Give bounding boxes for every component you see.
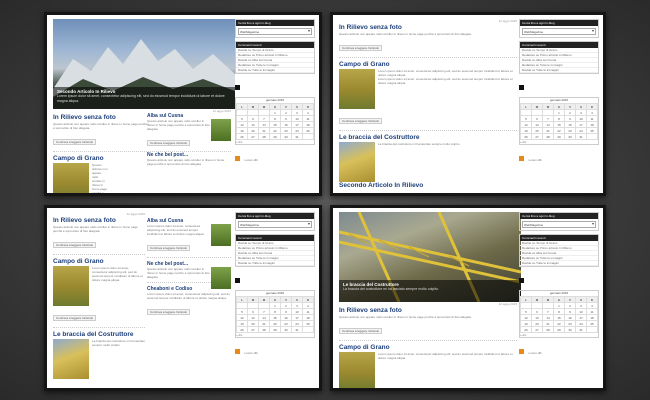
category-select[interactable]: WebMagazine (522, 221, 596, 228)
wheat-thumbnail[interactable] (53, 163, 89, 193)
field-thumbnail[interactable] (211, 224, 231, 246)
post-title[interactable]: Campo di Grano (339, 61, 517, 69)
crane-thumbnail[interactable] (53, 339, 89, 379)
screenshot-panel-1: Secondo Articolo In Rilievo Lorem ipsum … (44, 12, 322, 196)
widget-icon (519, 278, 524, 283)
read-more-button[interactable]: Continua a leggere l'articolo (53, 242, 97, 248)
widget-icon (519, 85, 524, 90)
crane-thumbnail[interactable] (339, 142, 375, 182)
calendar: LMMGVSD 1234 5 6 7 8 9 10 11 12 13 14 15 16 17 18 19… (520, 103, 598, 140)
read-more-button[interactable]: Continua a leggere l'articolo (339, 118, 383, 124)
rss-icon[interactable] (235, 156, 240, 161)
recent-item[interactable]: Davide su Tutte le immagini (236, 68, 314, 73)
read-more-button[interactable]: Continua a leggere l'articolo (339, 328, 383, 334)
read-more-button[interactable]: Continua a leggere l'articolo (53, 139, 97, 145)
post-title[interactable]: Campo di Grano (53, 258, 145, 266)
search-label: Cerca fino a ogni in-blog (520, 20, 598, 26)
field-thumbnail[interactable] (211, 119, 231, 141)
post-title[interactable]: Le braccia del Costruttore (53, 331, 145, 339)
post-title[interactable]: In Rilievo senza foto (339, 24, 517, 32)
wheat-thumbnail[interactable] (53, 266, 89, 306)
featured-slider[interactable]: Secondo Articolo In Rilievo Lorem ipsum … (53, 19, 235, 109)
field-thumbnail[interactable] (211, 267, 231, 289)
post-title[interactable]: Campo di Grano (339, 344, 517, 352)
rss-icon[interactable] (519, 156, 524, 161)
read-more-button[interactable]: Continua a leggere l'articolo (147, 245, 191, 251)
calendar: LMMGVSD 1234 5 6 7 8 9 10 11 12 13 14 15 16 17 18 19… (236, 296, 314, 333)
category-select[interactable]: WebMagazine (522, 28, 596, 35)
post-excerpt: Questo articolo non appare nello scrolle… (53, 122, 148, 130)
calendar-prev-link[interactable]: « dic (520, 140, 598, 144)
rss-label[interactable]: Lorem.dlb (244, 158, 257, 162)
calendar: LMMGVSD 1234 5 6 7 8 9 10 11 12 13 14 15 16 17 18 19… (236, 103, 314, 140)
screenshot-panel-2: 12 aggo 2015 In Rilievo senza foto Quest… (330, 12, 606, 196)
rss-label[interactable]: Lorem.dlb (244, 351, 257, 355)
recent-item[interactable]: Davide su Tutte le immagini (236, 261, 314, 266)
rss-label[interactable]: Lorem.dlb (528, 158, 541, 162)
slider-caption: Le braccia del Costruttore La braccia de… (339, 280, 521, 302)
wheat-thumbnail[interactable] (339, 69, 375, 109)
rss-label[interactable]: Lorem.dlb (528, 351, 541, 355)
post-title[interactable]: Le braccia del Costruttore (339, 134, 517, 142)
widget-icon (235, 278, 240, 283)
post-title[interactable]: In Rilievo senza foto (53, 217, 145, 225)
post-excerpt: Lorem ipsum dolor sit amet, consectetur … (147, 292, 230, 300)
calendar: LMMGVSD 1234 5 6 7 8 9 10 11 12 13 14 15 16 17 18 19… (520, 296, 598, 333)
slider-description: Lorem ipsum dolor sit amet, consectetur … (57, 94, 225, 103)
post-title[interactable]: Secondo Articolo In Rilievo (339, 182, 517, 190)
rss-icon[interactable] (235, 349, 240, 354)
post-excerpt: Questo articolo non appare nello scrolle… (339, 32, 472, 36)
wheat-thumbnail[interactable] (339, 352, 375, 388)
slider-caption: Secondo Articolo In Rilievo Lorem ipsum … (53, 87, 235, 109)
read-more-button[interactable]: Continua a leggere l'articolo (339, 45, 383, 51)
read-more-button[interactable]: Continua a leggere l'articolo (147, 309, 191, 315)
post-excerpt: Questo articolo non appare nello scrolle… (53, 225, 138, 233)
calendar-prev-link[interactable]: « dic (236, 333, 314, 337)
calendar-prev-link[interactable]: « dic (520, 333, 598, 337)
post-title[interactable]: In Rilievo senza foto (339, 307, 517, 315)
read-more-button[interactable]: Continua a leggere l'articolo (147, 140, 191, 146)
post-excerpt: Questo articolo non appare nello scrolle… (147, 158, 225, 166)
recent-item[interactable]: Davide su Tutte le immagini (520, 68, 598, 73)
post-excerpt: Questo articolo non appare nello scrolle… (339, 315, 472, 319)
widget-icon (235, 85, 240, 90)
recent-item[interactable]: Davide su Tutte le immagini (520, 261, 598, 266)
screenshot-panel-4: Le braccia del Costruttore La braccia de… (330, 205, 606, 391)
search-label: Cerca fino a ogni in-blog (520, 213, 598, 219)
category-select[interactable]: WebMagazine (238, 28, 312, 35)
rss-icon[interactable] (519, 349, 524, 354)
calendar-prev-link[interactable]: « dic (236, 140, 314, 144)
post-title[interactable]: In Rilievo senza foto (53, 114, 148, 122)
read-more-button[interactable]: Continua a leggere l'articolo (53, 315, 97, 321)
category-select[interactable]: WebMagazine (238, 221, 312, 228)
search-label: Cerca fino a ogni in-blog (236, 213, 314, 219)
slider-description: La braccia del costruttore mi ha lasciat… (343, 287, 439, 291)
screenshot-panel-3: 12 aggo 2015 In Rilievo senza foto Quest… (44, 205, 322, 391)
featured-slider[interactable]: Le braccia del Costruttore La braccia de… (339, 212, 521, 302)
search-label: Cerca fino a ogni in-blog (236, 20, 314, 26)
